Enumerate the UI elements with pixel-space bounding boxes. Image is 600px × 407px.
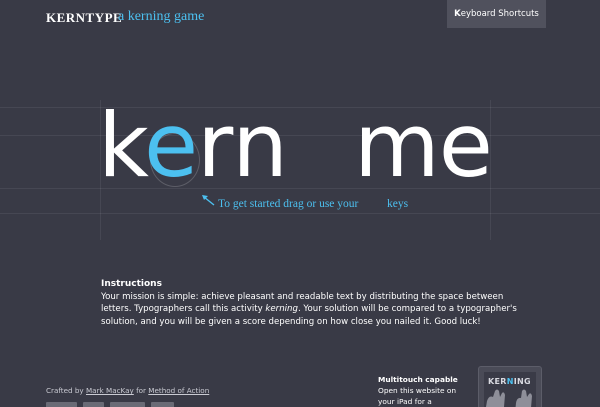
shortcut-key-letter: K bbox=[454, 9, 461, 19]
guide-line-baseline bbox=[0, 188, 600, 189]
letter-e-active[interactable]: e bbox=[144, 96, 198, 196]
guide-line-ascender bbox=[0, 107, 600, 108]
ipad-promo-image[interactable]: KERNING bbox=[478, 366, 542, 407]
hands-icon bbox=[486, 389, 532, 407]
share-button-2[interactable] bbox=[83, 402, 104, 407]
letter-e[interactable]: e bbox=[439, 96, 493, 196]
company-link[interactable]: Method of Action bbox=[148, 386, 209, 395]
multitouch-line1: Open this website on bbox=[378, 386, 457, 395]
instructions-emphasis: kerning bbox=[265, 304, 298, 315]
letter-n[interactable]: n bbox=[232, 96, 288, 196]
multitouch-line2: your iPad for a bbox=[378, 397, 432, 406]
instructions-body: Your mission is simple: achieve pleasant… bbox=[101, 291, 521, 329]
share-button-3[interactable] bbox=[110, 402, 145, 407]
shortcuts-label: eyboard Shortcuts bbox=[460, 9, 539, 19]
kerning-word-part1: kern bbox=[98, 96, 288, 196]
hint-text: To get started drag or use your bbox=[218, 198, 359, 210]
guide-line-xheight bbox=[0, 135, 600, 136]
for-label: for bbox=[136, 386, 146, 395]
instructions-title: Instructions bbox=[101, 279, 162, 289]
multitouch-title: Multitouch capable bbox=[378, 375, 458, 384]
share-button-4[interactable] bbox=[151, 402, 174, 407]
credit-line: Crafted by Mark MacKay for Method of Act… bbox=[46, 386, 209, 395]
letter-m[interactable]: m bbox=[354, 96, 440, 196]
letter-r[interactable]: r bbox=[197, 96, 233, 196]
author-link[interactable]: Mark MacKay bbox=[86, 386, 134, 395]
tagline: a kerning game bbox=[118, 9, 205, 24]
hint-keys-text: keys bbox=[387, 198, 409, 210]
logo[interactable]: KERNTYPE bbox=[46, 10, 122, 26]
kerning-word-part2: me bbox=[354, 96, 493, 196]
guide-line-descender bbox=[0, 213, 600, 214]
multitouch-promo: Multitouch capable Open this website on … bbox=[378, 374, 474, 407]
kerntype-page: KERNTYPE a kerning game Keyboard Shortcu… bbox=[0, 0, 600, 407]
arrow-up-left-icon bbox=[202, 195, 215, 206]
instructions-block: Instructions Your mission is simple: ach… bbox=[101, 278, 521, 329]
crafted-by-label: Crafted by bbox=[46, 386, 84, 395]
keyboard-shortcuts-button[interactable]: Keyboard Shortcuts bbox=[447, 0, 546, 28]
letter-k[interactable]: k bbox=[98, 96, 149, 196]
share-button-1[interactable] bbox=[46, 402, 77, 407]
